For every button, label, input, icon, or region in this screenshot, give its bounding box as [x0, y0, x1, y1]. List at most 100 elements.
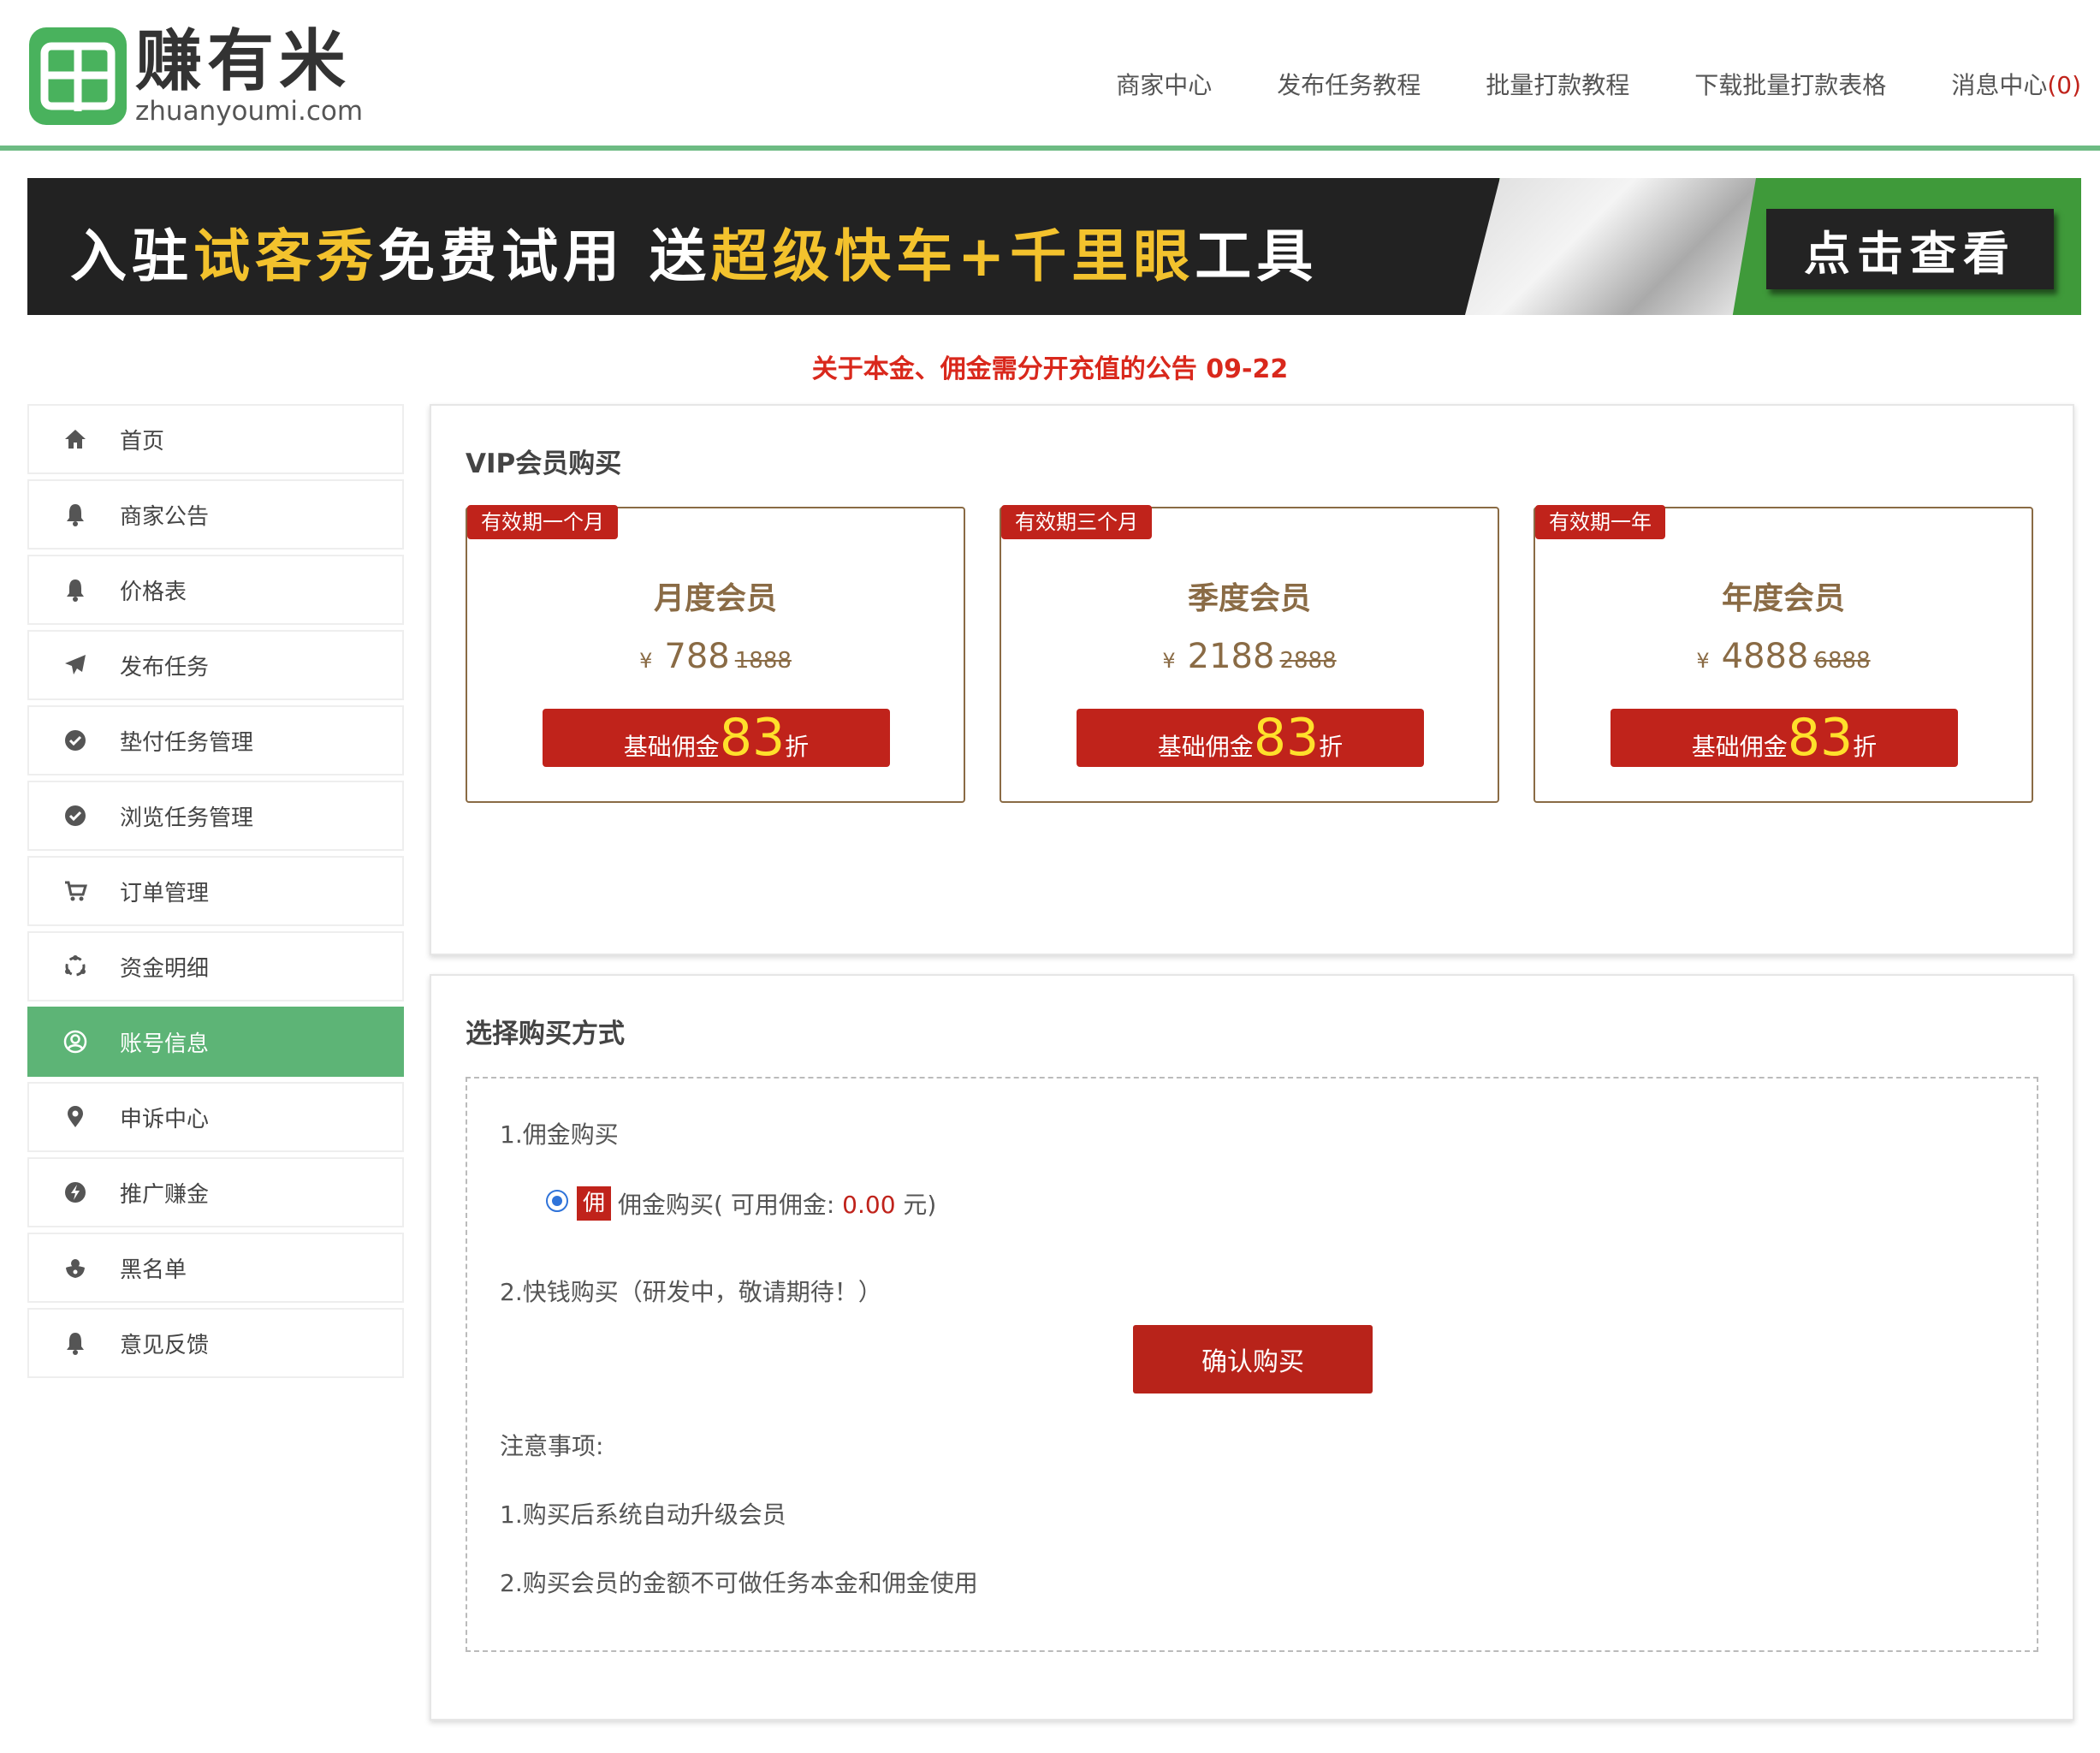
logo-domain: zhuanyoumi.com	[135, 96, 364, 127]
vip-purchase-panel: VIP会员购买 有效期一个月 月度会员 ¥788 1888 基础佣金83折 有效期…	[430, 404, 2074, 955]
top-navigation: 商家中心 发布任务教程 批量打款教程 下载批量打款表格 消息中心(0)	[1051, 67, 2081, 101]
banner-photo	[1465, 178, 1756, 315]
sidebar-item-label: 申诉中心	[120, 1106, 210, 1132]
sidebar-item-publish-task[interactable]: 发布任务	[27, 630, 404, 700]
commission-badge: 佣	[577, 1186, 611, 1221]
vip-panel-title: VIP会员购买	[466, 449, 622, 479]
current-price: 4888	[1721, 637, 1809, 676]
user-shield-icon	[62, 1254, 89, 1281]
bell-icon	[62, 1329, 89, 1357]
sidebar-item-feedback[interactable]: 意见反馈	[27, 1308, 404, 1378]
discount-prefix: 基础佣金	[1157, 733, 1254, 761]
vip-card-quarterly[interactable]: 有效期三个月 季度会员 ¥2188 2888 基础佣金83折	[1000, 505, 1499, 803]
sidebar-item-label: 首页	[120, 428, 165, 455]
discount-suffix: 折	[1319, 733, 1344, 761]
commission-option-label[interactable]: 佣金购买( 可用佣金: 0.00 元)	[618, 1186, 936, 1221]
sidebar-item-label: 发布任务	[120, 654, 210, 680]
logo-mark-icon	[29, 27, 127, 125]
message-count-badge: (0)	[2047, 71, 2081, 99]
check-circle-icon	[62, 802, 89, 829]
vip-card-monthly[interactable]: 有效期一个月 月度会员 ¥788 1888 基础佣金83折	[466, 505, 965, 803]
map-pin-icon	[62, 1103, 89, 1131]
option-suffix: 元)	[895, 1191, 937, 1219]
sidebar-item-label: 黑名单	[120, 1257, 187, 1283]
discount-prefix: 基础佣金	[1691, 733, 1788, 761]
check-circle-icon	[62, 727, 89, 754]
site-header: 赚有米 zhuanyoumi.com 商家中心 发布任务教程 批量打款教程 下载…	[0, 0, 2100, 151]
sidebar-item-browse-task-mgmt[interactable]: 浏览任务管理	[27, 781, 404, 851]
message-center-label: 消息中心	[1951, 71, 2048, 99]
sidebar-item-label: 商家公告	[120, 503, 210, 530]
method2-title: 2.快钱购买（研发中，敬请期待！）	[500, 1278, 882, 1306]
plan-name: 年度会员	[1721, 581, 1845, 616]
note-item: 1.购买后系统自动升级会员	[500, 1500, 786, 1529]
sidebar-item-promotion-earn[interactable]: 推广赚金	[27, 1157, 404, 1227]
bolt-icon	[62, 1179, 89, 1206]
banner-text-5: 工具	[1195, 223, 1319, 289]
discount-value: 83	[719, 708, 786, 768]
banner-text-4: 超级快车+千里眼	[710, 223, 1195, 289]
method1-title: 1.佣金购买	[500, 1120, 619, 1149]
payment-options-box: 1.佣金购买 佣 佣金购买( 可用佣金: 0.00 元) 2.快钱购买（研发中，…	[466, 1077, 2038, 1652]
plan-name: 月度会员	[653, 581, 777, 616]
banner-view-button[interactable]: 点击查看	[1766, 209, 2054, 289]
banner-headline: 入驻试客秀免费试用 送超级快车+千里眼工具	[70, 211, 1318, 293]
banner-text-2: 试客秀	[193, 223, 378, 289]
nav-message-center[interactable]: 消息中心(0)	[1951, 67, 2081, 101]
plan-price: ¥788 1888	[467, 637, 964, 676]
confirm-purchase-button[interactable]: 确认购买	[1133, 1325, 1373, 1393]
sidebar-item-label: 订单管理	[120, 880, 210, 906]
cart-icon	[62, 877, 89, 905]
sidebar-item-advance-task-mgmt[interactable]: 垫付任务管理	[27, 705, 404, 775]
nav-publish-task-tutorial[interactable]: 发布任务教程	[1277, 67, 1421, 101]
banner-text-1: 入驻	[70, 223, 193, 289]
currency-symbol: ¥	[639, 649, 653, 673]
commission-discount-badge: 基础佣金83折	[543, 709, 890, 767]
nav-batch-payment-tutorial[interactable]: 批量打款教程	[1486, 67, 1629, 101]
sidebar-item-home[interactable]: 首页	[27, 404, 404, 474]
sidebar-item-account-info[interactable]: 账号信息	[27, 1007, 404, 1077]
sidebar-item-blacklist[interactable]: 黑名单	[27, 1233, 404, 1303]
validity-tag: 有效期一个月	[467, 505, 618, 539]
validity-tag: 有效期三个月	[1001, 505, 1152, 539]
nav-merchant-center[interactable]: 商家中心	[1116, 67, 1212, 101]
vip-card-yearly[interactable]: 有效期一年 年度会员 ¥4888 6888 基础佣金83折	[1533, 505, 2033, 803]
sidebar-item-label: 垫付任务管理	[120, 729, 254, 756]
home-icon	[62, 425, 89, 453]
sidebar-item-price-list[interactable]: 价格表	[27, 555, 404, 625]
discount-value: 83	[1787, 708, 1854, 768]
validity-tag: 有效期一年	[1535, 505, 1665, 539]
recycle-icon	[62, 953, 89, 980]
option-prefix: 佣金购买( 可用佣金:	[618, 1191, 843, 1219]
discount-suffix: 折	[1853, 733, 1878, 761]
sidebar-item-label: 推广赚金	[120, 1181, 210, 1208]
sidebar: 首页 商家公告 价格表 发布任务 垫付任务管理 浏览任务管理 订单管理 资金明细…	[27, 404, 404, 1383]
commission-discount-badge: 基础佣金83折	[1077, 709, 1424, 767]
sidebar-item-label: 账号信息	[120, 1031, 210, 1057]
user-circle-icon	[62, 1028, 89, 1055]
currency-symbol: ¥	[1696, 649, 1710, 673]
logo-chinese-name: 赚有米	[135, 23, 352, 100]
nav-download-batch-payment-sheet[interactable]: 下载批量打款表格	[1694, 67, 1886, 101]
commission-discount-badge: 基础佣金83折	[1611, 709, 1958, 767]
sidebar-item-fund-detail[interactable]: 资金明细	[27, 931, 404, 1001]
paper-plane-icon	[62, 651, 89, 679]
sidebar-item-merchant-notice[interactable]: 商家公告	[27, 479, 404, 550]
sidebar-item-order-mgmt[interactable]: 订单管理	[27, 856, 404, 926]
sidebar-item-label: 资金明细	[120, 955, 210, 982]
banner-text-3: 免费试用 送	[378, 223, 711, 289]
sidebar-item-label: 浏览任务管理	[120, 805, 254, 831]
announcement-link[interactable]: 关于本金、佣金需分开充值的公告 09-22	[0, 348, 2100, 385]
current-price: 788	[664, 637, 730, 676]
promo-banner[interactable]: 入驻试客秀免费试用 送超级快车+千里眼工具 点击查看	[27, 178, 2081, 315]
original-price: 1888	[734, 648, 792, 674]
plan-price: ¥4888 6888	[1535, 637, 2032, 676]
payment-panel-title: 选择购买方式	[466, 1019, 625, 1049]
bell-icon	[62, 501, 89, 528]
site-logo[interactable]: 赚有米 zhuanyoumi.com	[29, 26, 363, 127]
discount-prefix: 基础佣金	[623, 733, 720, 761]
sidebar-item-appeal-center[interactable]: 申诉中心	[27, 1082, 404, 1152]
discount-suffix: 折	[785, 733, 810, 761]
commission-payment-radio[interactable]	[546, 1190, 568, 1212]
current-price: 2188	[1187, 637, 1275, 676]
